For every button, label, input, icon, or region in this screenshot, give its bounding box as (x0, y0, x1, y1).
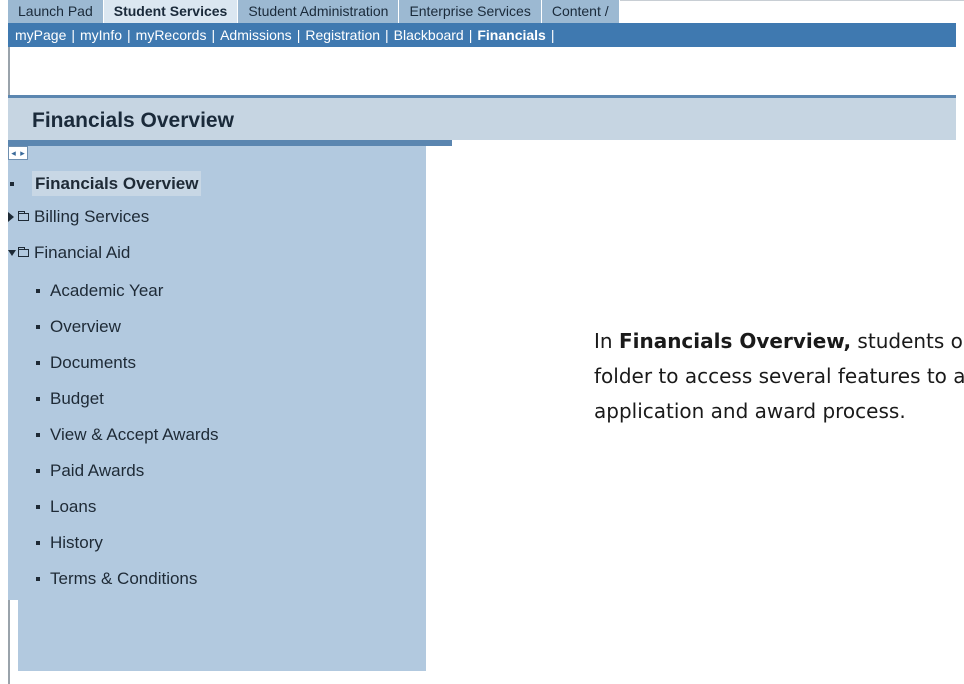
sidebar-item-paid-awards[interactable]: Paid Awards (36, 460, 144, 482)
description-text: In Financials Overview, students open t … (594, 324, 964, 429)
sidebar-item-label: Loans (50, 497, 97, 516)
sidebar-item-label: Financial Aid (34, 243, 131, 262)
subnav-registration[interactable]: Registration (305, 27, 380, 43)
subnav-separator: | (550, 27, 555, 43)
chevron-left-icon[interactable]: ◂ (11, 147, 16, 159)
sidebar-item-financials-overview[interactable]: Financials Overview (10, 171, 202, 196)
tab-student-services[interactable]: Student Services (103, 0, 239, 23)
sidebar-item-label: Documents (50, 353, 136, 372)
subnav-admissions[interactable]: Admissions (220, 27, 292, 43)
top-tab-bar: Launch Pad Student Services Student Admi… (8, 0, 620, 23)
bullet-icon (36, 397, 40, 401)
bullet-icon (36, 577, 40, 581)
subnav-separator: | (211, 27, 216, 43)
description-line-2: folder to access several features to ass… (594, 364, 964, 388)
bullet-icon (36, 325, 40, 329)
sidebar-item-terms-conditions[interactable]: Terms & Conditions (36, 568, 197, 590)
description-bold: Financials Overview, (618, 329, 852, 353)
description-prefix: In (594, 329, 619, 353)
sidebar-item-budget[interactable]: Budget (36, 388, 104, 410)
tab-enterprise-services[interactable]: Enterprise Services (399, 0, 542, 23)
folder-icon (18, 247, 29, 257)
sidebar-item-label: Overview (50, 317, 121, 336)
subnav-separator: | (127, 27, 131, 43)
sidebar-item-view-accept-awards[interactable]: View & Accept Awards (36, 424, 219, 446)
sidebar-item-overview[interactable]: Overview (36, 316, 121, 338)
sidebar-item-documents[interactable]: Documents (36, 352, 136, 374)
sidebar-item-label: Budget (50, 389, 104, 408)
sub-navigation: myPage | myInfo | myRecords | Admissions | Regis… (8, 23, 956, 47)
subnav-separator: | (468, 27, 473, 43)
sidebar-collapse-control[interactable]: ◂ ▸ (8, 146, 28, 160)
sidebar-item-label: Terms & Conditions (50, 569, 198, 588)
subnav-mypage[interactable]: myPage (15, 27, 66, 43)
subnav-separator: | (296, 27, 301, 43)
subnav-myinfo[interactable]: myInfo (80, 27, 122, 43)
tab-student-administration[interactable]: Student Administration (238, 0, 400, 23)
description-line-1-rest: students open t (857, 329, 964, 353)
sidebar-item-financial-aid[interactable]: Financial Aid (8, 242, 130, 264)
description-line-1: In Financials Overview, students open t (594, 324, 964, 359)
sidebar-item-history[interactable]: History (36, 532, 103, 554)
description-line-3: application and award process. (594, 399, 906, 423)
sidebar-item-label: Paid Awards (50, 461, 145, 480)
folder-icon (18, 211, 29, 221)
sidebar-item-billing-services[interactable]: Billing Services (8, 206, 149, 228)
bullet-icon (36, 541, 40, 545)
subnav-separator: | (385, 27, 389, 43)
bullet-icon (36, 433, 40, 437)
sidebar-item-label: Academic Year (50, 281, 164, 300)
tab-launch-pad[interactable]: Launch Pad (8, 0, 104, 23)
bullet-icon (36, 361, 40, 365)
sidebar-item-label: Financials Overview (35, 173, 199, 193)
subnav-financials[interactable]: Financials (477, 27, 545, 43)
subnav-separator: | (71, 27, 75, 43)
sidebar-item-label: Billing Services (34, 207, 150, 226)
sidebar-item-loans[interactable]: Loans (36, 496, 96, 518)
bullet-icon (10, 182, 14, 186)
bullet-icon (36, 469, 40, 473)
chevron-right-icon[interactable]: ▸ (20, 147, 25, 159)
subnav-blackboard[interactable]: Blackboard (394, 27, 464, 43)
tab-content[interactable]: Content / (541, 0, 620, 23)
page-title: Financials Overview (8, 98, 956, 140)
subnav-myrecords[interactable]: myRecords (136, 27, 207, 43)
bullet-icon (36, 505, 40, 509)
expand-arrow-icon[interactable] (8, 212, 14, 222)
bullet-icon (36, 289, 40, 293)
sidebar-item-label: View & Accept Awards (50, 425, 219, 444)
sidebar-item-academic-year[interactable]: Academic Year (36, 280, 163, 302)
sidebar-item-label: History (50, 533, 103, 552)
collapse-arrow-icon[interactable] (8, 250, 16, 256)
